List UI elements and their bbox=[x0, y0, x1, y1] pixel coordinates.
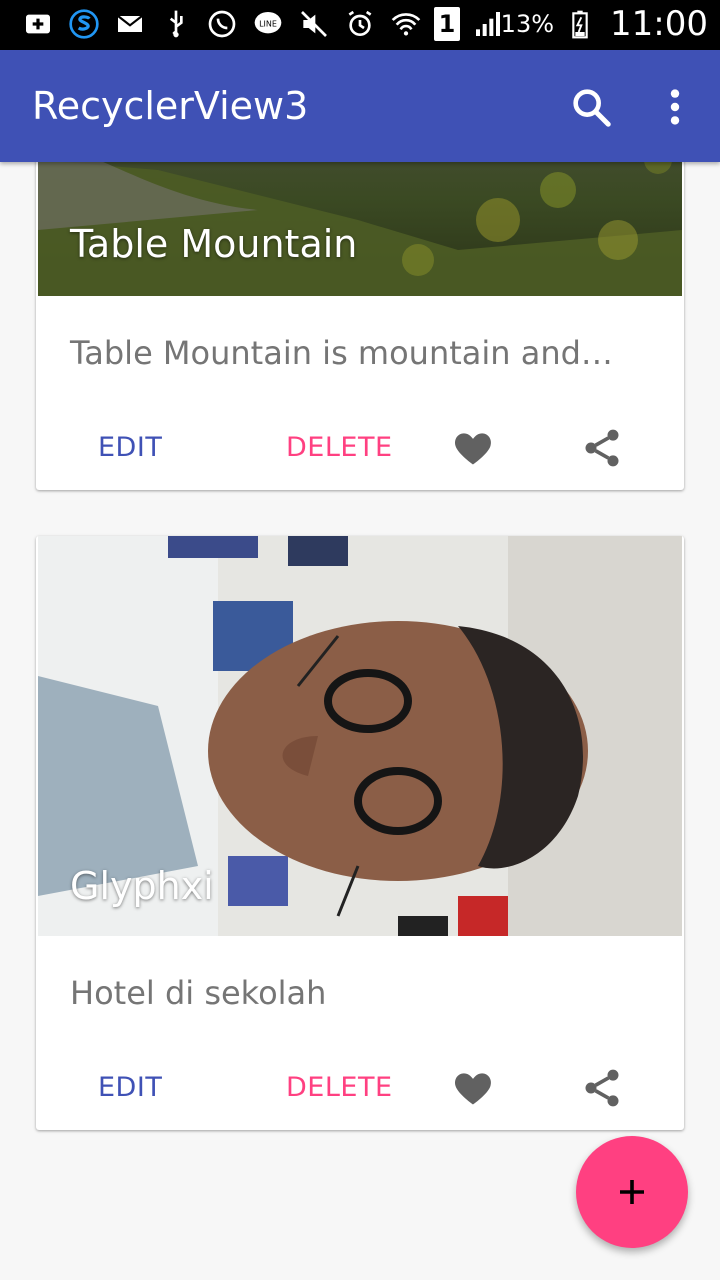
svg-text:LINE: LINE bbox=[259, 20, 277, 29]
heart-icon[interactable] bbox=[450, 1066, 496, 1110]
status-bar: LINE 1 13% 11:00 bbox=[0, 0, 720, 50]
alarm-icon bbox=[342, 6, 378, 42]
share-icon[interactable] bbox=[580, 1064, 624, 1112]
card-actions: EDIT DELETE bbox=[36, 1058, 684, 1118]
add-icon bbox=[620, 1180, 644, 1204]
whatsapp-icon bbox=[204, 6, 240, 42]
more-vert-icon[interactable] bbox=[660, 84, 690, 130]
card-description: Table Mountain is mountain and… bbox=[70, 334, 613, 372]
search-icon[interactable] bbox=[568, 84, 614, 130]
delete-button[interactable]: DELETE bbox=[286, 1072, 393, 1103]
s-app-icon bbox=[66, 6, 102, 42]
edit-button[interactable]: EDIT bbox=[98, 432, 162, 463]
card-actions: EDIT DELETE bbox=[36, 418, 684, 478]
delete-button[interactable]: DELETE bbox=[286, 432, 393, 463]
app-bar: RecyclerView3 bbox=[0, 50, 720, 162]
card-title: Table Mountain bbox=[70, 222, 358, 266]
card-title: Glyphxi bbox=[70, 864, 214, 908]
app-title: RecyclerView3 bbox=[32, 84, 309, 128]
share-icon[interactable] bbox=[580, 424, 624, 472]
card-description: Hotel di sekolah bbox=[70, 974, 327, 1012]
sim-icon: 1 bbox=[434, 7, 460, 41]
heart-icon[interactable] bbox=[450, 426, 496, 470]
edit-button[interactable]: EDIT bbox=[98, 1072, 162, 1103]
card-glyphxi[interactable]: Glyphxi Hotel di sekolah EDIT DELETE bbox=[36, 536, 684, 1130]
mute-icon bbox=[296, 6, 332, 42]
clock: 11:00 bbox=[610, 4, 708, 44]
line-icon: LINE bbox=[250, 6, 286, 42]
add-fab-button[interactable] bbox=[576, 1136, 688, 1248]
add-box-icon bbox=[20, 6, 56, 42]
mail-icon bbox=[112, 6, 148, 42]
battery-percent: 13% bbox=[500, 10, 555, 38]
usb-icon bbox=[158, 6, 194, 42]
battery-icon bbox=[562, 6, 598, 42]
wifi-icon bbox=[388, 6, 424, 42]
